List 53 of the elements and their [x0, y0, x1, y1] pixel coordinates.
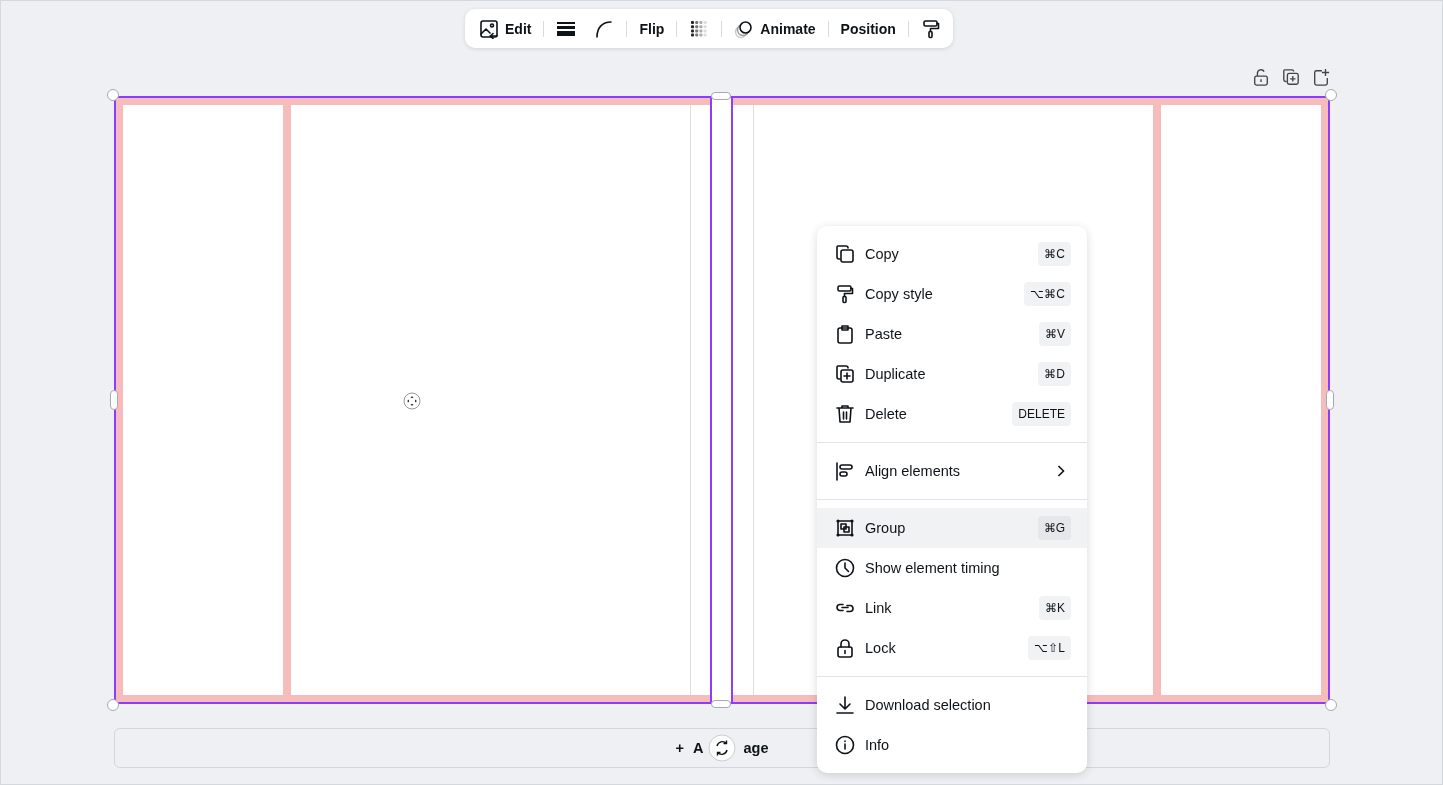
- shortcut-hint: ⌘V: [1039, 322, 1071, 346]
- menu-item[interactable]: Show element timing: [817, 548, 1087, 588]
- menu-item[interactable]: Align elements: [817, 451, 1087, 491]
- resize-handle[interactable]: [1325, 699, 1337, 711]
- resize-handle[interactable]: [110, 390, 118, 410]
- add-page-icon[interactable]: [1312, 68, 1330, 86]
- shortcut-hint: DELETE: [1012, 402, 1071, 426]
- shortcut-hint: ⌘K: [1039, 596, 1071, 620]
- toolbar-button[interactable]: Animate: [730, 13, 820, 44]
- toolbar-button[interactable]: Flip: [635, 13, 669, 44]
- rotate-handle[interactable]: [708, 734, 736, 762]
- trash-icon: [835, 404, 855, 424]
- align-left-icon: [835, 461, 855, 481]
- menu-item[interactable]: Link ⌘K: [817, 588, 1087, 628]
- shortcut-hint: ⌥⌘C: [1024, 282, 1071, 306]
- shortcut-hint: ⌥⇧L: [1028, 636, 1071, 660]
- circles-icon: [734, 18, 755, 39]
- resize-handle[interactable]: [1325, 89, 1337, 101]
- toolbar-button[interactable]: Edit: [475, 13, 536, 44]
- group-icon: [835, 518, 855, 538]
- menu-item[interactable]: Lock ⌥⇧L: [817, 628, 1087, 668]
- image-edit-icon: [479, 18, 499, 39]
- shortcut-hint: ⌘C: [1038, 242, 1071, 266]
- paint-roller-icon: [920, 18, 941, 39]
- shortcut-hint: ⌘G: [1037, 516, 1071, 540]
- corner-curve-icon: [594, 18, 615, 39]
- menu-item[interactable]: Info: [817, 725, 1087, 765]
- resize-handle[interactable]: [711, 700, 731, 708]
- menu-item[interactable]: Paste ⌘V: [817, 314, 1087, 354]
- menu-item[interactable]: Delete DELETE: [817, 394, 1087, 434]
- info-icon: [835, 735, 855, 755]
- menu-item[interactable]: Copy style ⌥⌘C: [817, 274, 1087, 314]
- menu-item[interactable]: Group ⌘G: [817, 508, 1087, 548]
- paint-roller-icon: [835, 284, 855, 304]
- download-icon: [835, 695, 855, 715]
- lock-icon[interactable]: [1252, 68, 1270, 86]
- resize-handle[interactable]: [711, 92, 731, 100]
- resize-handle[interactable]: [107, 699, 119, 711]
- menu-item[interactable]: Duplicate ⌘D: [817, 354, 1087, 394]
- clipboard-icon: [835, 324, 855, 344]
- shortcut-hint: ⌘D: [1038, 362, 1071, 386]
- transparency-icon: [689, 18, 710, 39]
- duplicate-icon: [835, 364, 855, 384]
- clock-icon: [835, 558, 855, 578]
- move-icon[interactable]: [403, 392, 421, 410]
- lock-icon: [835, 638, 855, 658]
- resize-handle[interactable]: [1326, 390, 1334, 410]
- copy-icon: [835, 244, 855, 264]
- resize-handle[interactable]: [107, 89, 119, 101]
- menu-item[interactable]: Copy ⌘C: [817, 234, 1087, 274]
- toolbar-button[interactable]: Position: [836, 13, 900, 44]
- menu-item[interactable]: Download selection: [817, 685, 1087, 725]
- duplicate-icon[interactable]: [1282, 68, 1300, 86]
